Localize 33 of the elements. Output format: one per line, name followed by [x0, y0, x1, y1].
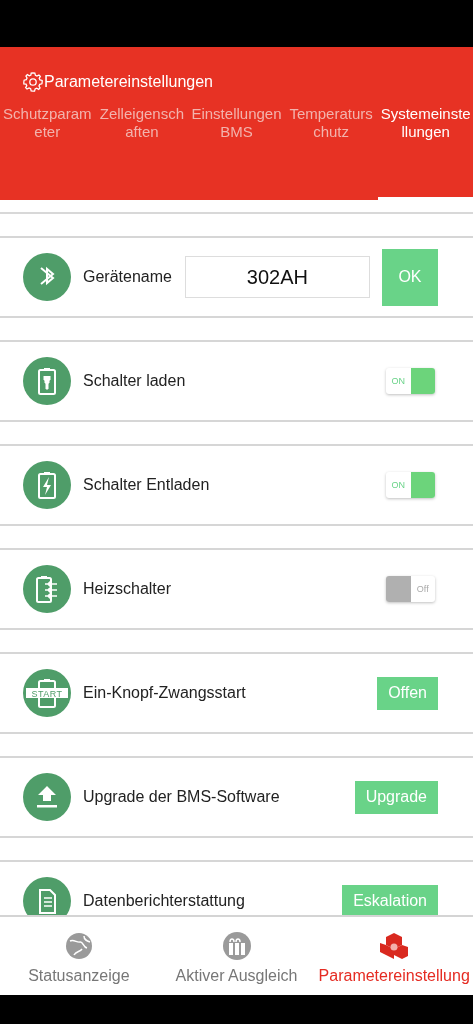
- setting-label: Datenberichterstattung: [83, 892, 245, 910]
- battery-plug-icon: [23, 357, 71, 405]
- battery-start-icon: START: [23, 669, 71, 717]
- nav-tab[interactable]: Aktiver Ausgleich: [157, 917, 316, 995]
- setting-label: Schalter laden: [83, 372, 186, 390]
- toggle-switch[interactable]: ON: [386, 472, 435, 498]
- tab[interactable]: Einstellungen BMS: [189, 105, 284, 200]
- ok-button[interactable]: OK: [381, 248, 438, 306]
- cubes-icon: [379, 931, 410, 961]
- tab[interactable]: Schutzparameter: [0, 105, 95, 200]
- nav-tab[interactable]: Statusanzeige: [0, 917, 158, 995]
- setting-label: Heizschalter: [83, 580, 172, 598]
- globe-icon: [63, 931, 94, 961]
- action-button[interactable]: Eskalation: [342, 884, 438, 915]
- gift-icon: [221, 931, 252, 961]
- setting-label: Ein-Knopf-Zwangsstart: [83, 684, 246, 702]
- battery-arrows-icon: [23, 565, 71, 613]
- action-button[interactable]: Offen: [377, 676, 438, 710]
- tab[interactable]: Temperaturschutz: [283, 105, 379, 200]
- setting-label: Gerätename: [83, 268, 172, 286]
- bluetooth-icon: [23, 253, 71, 301]
- toggle-switch[interactable]: ON: [386, 368, 435, 394]
- tab[interactable]: Zelleigenschaften: [94, 105, 190, 200]
- toggle-switch[interactable]: Off: [386, 576, 435, 602]
- action-button[interactable]: Upgrade: [354, 780, 438, 814]
- setting-label: Upgrade der BMS-Software: [83, 788, 280, 806]
- device-name-field[interactable]: 302AH: [184, 256, 370, 298]
- upload-icon: [23, 773, 71, 821]
- setting-label: Schalter Entladen: [83, 476, 210, 494]
- battery-bolt-icon: [23, 461, 71, 509]
- nav-tab[interactable]: Parametereinstellung: [315, 917, 473, 995]
- settings-icon: [22, 71, 44, 93]
- screen-title: Parametereinstellungen: [44, 73, 213, 91]
